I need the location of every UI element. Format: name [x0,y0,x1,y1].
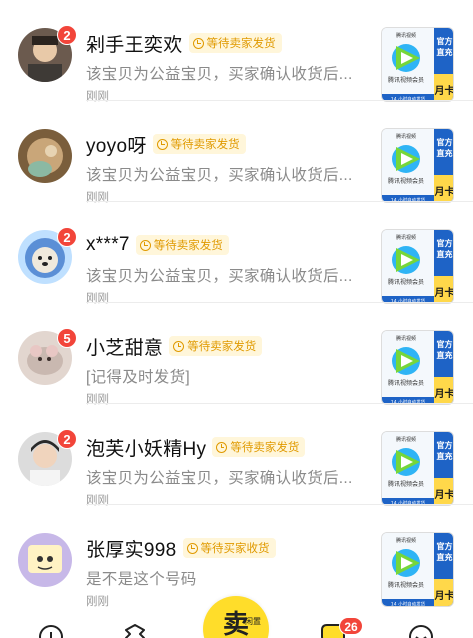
message-preview: 是不是这个号码 [86,571,197,588]
conversation-item[interactable]: 张厚实998 等待买家收货 是不是这个号码 刚刚 官方 直充 月卡 腾讯视频 腾… [0,505,473,608]
svg-text:月卡: 月卡 [434,286,455,299]
svg-text:腾讯视频会员: 腾讯视频会员 [388,177,424,185]
clock-icon [216,441,228,453]
contact-name: 泡芙小妖精Hy [86,438,207,460]
svg-text:官方: 官方 [437,36,453,46]
clock-icon [186,542,198,554]
clock-icon [156,138,168,150]
svg-text:官方: 官方 [437,137,453,147]
svg-text:月卡: 月卡 [434,387,455,400]
contact-name: yoyo呀 [86,135,147,157]
svg-text:直充: 直充 [437,47,453,57]
product-thumbnail[interactable]: 官方 直充 月卡 腾讯视频 腾讯视频会员 14 小时自动发货 [381,330,454,405]
message-preview: 该宝贝为公益宝贝，买家确认收货后... [86,470,353,487]
svg-text:直充: 直充 [437,451,453,461]
clock-icon [139,239,151,251]
conversation-item[interactable]: 2 剁手王奕欢 等待卖家发货 该宝贝为公益宝贝，买家确认收货后... 刚刚 官方… [0,0,473,103]
svg-text:腾讯视频: 腾讯视频 [396,234,416,241]
unread-badge: 2 [57,227,77,247]
svg-text:腾讯视频: 腾讯视频 [396,436,416,443]
message-preview: 该宝贝为公益宝贝，买家确认收货后... [86,66,353,83]
svg-text:官方: 官方 [437,541,453,551]
clock-icon [192,37,204,49]
contact-name: 剁手王奕欢 [86,34,183,56]
unread-badge: 5 [57,328,77,348]
unread-badge: 2 [57,429,77,449]
product-thumbnail[interactable]: 官方 直充 月卡 腾讯视频 腾讯视频会员 14 小时自动发货 [381,431,454,506]
svg-text:腾讯视频: 腾讯视频 [396,32,416,39]
svg-text:官方: 官方 [437,440,453,450]
product-thumbnail[interactable]: 官方 直充 月卡 腾讯视频 腾讯视频会员 14 小时自动发货 [381,128,454,203]
svg-text:腾讯视频会员: 腾讯视频会员 [388,581,424,589]
conversation-item[interactable]: 2 x***7 等待卖家发货 该宝贝为公益宝贝，买家确认收货后... 刚刚 官方… [0,202,473,305]
svg-text:月卡: 月卡 [434,488,455,501]
messages-unread-badge: 26 [339,617,363,635]
svg-text:直充: 直充 [437,148,453,158]
svg-text:官方: 官方 [437,339,453,349]
contact-name: 小芝甜意 [86,337,164,359]
svg-text:直充: 直充 [437,249,453,259]
message-preview: 该宝贝为公益宝贝，买家确认收货后... [86,268,353,285]
message-preview: [记得及时发货] [86,369,191,386]
product-thumbnail[interactable]: 官方 直充 月卡 腾讯视频 腾讯视频会员 14 小时自动发货 [381,27,454,102]
svg-text:腾讯视频会员: 腾讯视频会员 [388,480,424,488]
svg-text:月卡: 月卡 [434,185,455,198]
order-status-tag: 等待买家收货 [182,538,276,558]
home-icon[interactable] [36,620,66,638]
unread-badge: 2 [57,25,77,45]
svg-text:腾讯视频会员: 腾讯视频会员 [388,76,424,84]
svg-text:月卡: 月卡 [434,589,455,602]
svg-text:腾讯视频会员: 腾讯视频会员 [388,379,424,387]
svg-text:月卡: 月卡 [434,84,455,97]
clock-icon [173,340,185,352]
contact-name: 张厚实998 [86,539,177,561]
order-status-tag: 等待卖家发货 [169,336,263,356]
svg-text:官方: 官方 [437,238,453,248]
timestamp: 刚刚 [86,596,109,608]
svg-text:直充: 直充 [437,552,453,562]
conversation-item[interactable]: 2 泡芙小妖精Hy 等待卖家发货 该宝贝为公益宝贝，买家确认收货后... 刚刚 … [0,404,473,507]
contact-name: x***7 [86,234,130,255]
svg-text:腾讯视频: 腾讯视频 [396,133,416,140]
order-status-tag: 等待卖家发货 [152,134,246,154]
order-status-tag: 等待卖家发货 [135,235,229,255]
fish-pond-icon[interactable] [120,620,150,638]
svg-text:腾讯视频会员: 腾讯视频会员 [388,278,424,286]
profile-icon[interactable] [406,620,436,638]
product-thumbnail[interactable]: 官方 直充 月卡 腾讯视频 腾讯视频会员 14 小时自动发货 [381,229,454,304]
avatar[interactable] [18,129,72,183]
order-status-tag: 等待卖家发货 [188,33,282,53]
svg-text:腾讯视频: 腾讯视频 [396,335,416,342]
order-status-tag: 等待卖家发货 [212,437,306,457]
svg-text:腾讯视频: 腾讯视频 [396,537,416,544]
conversation-item[interactable]: yoyo呀 等待卖家发货 该宝贝为公益宝贝，买家确认收货后... 刚刚 官方 直… [0,101,473,204]
conversation-item[interactable]: 5 小芝甜意 等待卖家发货 [记得及时发货] 刚刚 官方 直充 月卡 腾讯视频 [0,303,473,406]
product-thumbnail[interactable]: 官方 直充 月卡 腾讯视频 腾讯视频会员 14 小时自动发货 [381,532,454,607]
avatar[interactable] [18,533,72,587]
message-preview: 该宝贝为公益宝贝，买家确认收货后... [86,167,353,184]
svg-text:直充: 直充 [437,350,453,360]
